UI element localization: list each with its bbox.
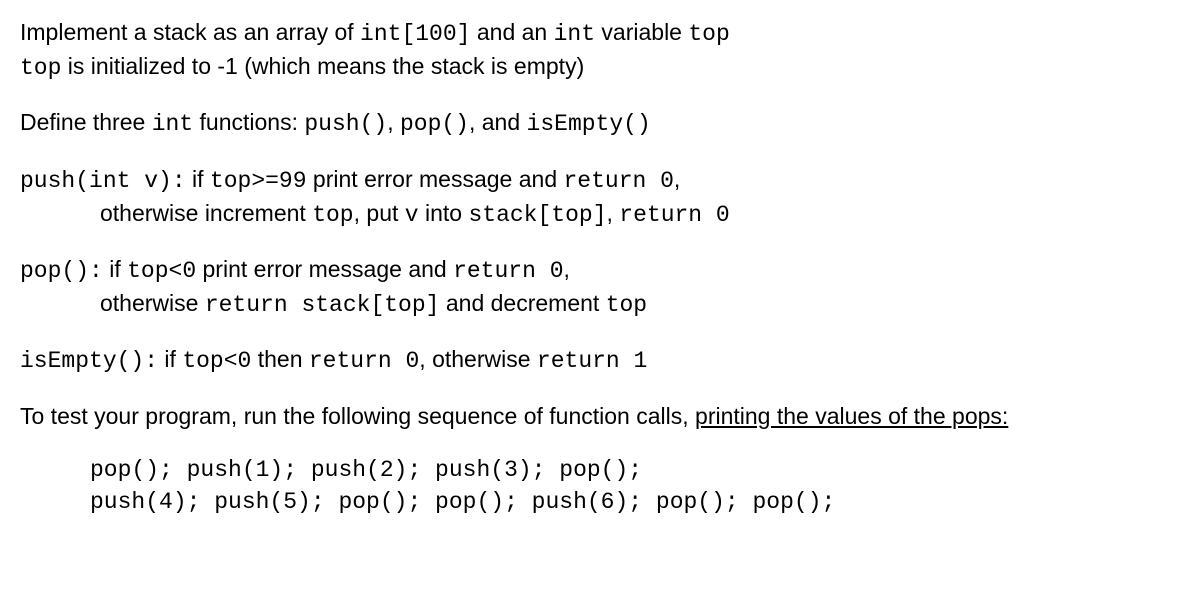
text: if (103, 256, 127, 282)
code-int: int (152, 111, 193, 137)
text: otherwise increment (100, 200, 312, 226)
code-return1: return 1 (537, 348, 647, 374)
code-push: push() (304, 111, 387, 137)
line-1: pop(): if top<0 print error message and … (20, 253, 1180, 287)
code-cond: top<0 (182, 348, 251, 374)
code-pop-sig: pop(): (20, 258, 103, 284)
paragraph-2: Define three int functions: push(), pop(… (20, 106, 1180, 140)
text: functions: (193, 109, 304, 135)
code-line-2: push(4); push(5); pop(); pop(); push(6);… (90, 486, 1180, 518)
text: , otherwise (419, 346, 537, 372)
paragraph-5: isEmpty(): if top<0 then return 0, other… (20, 343, 1180, 377)
line-1: push(int v): if top>=99 print error mess… (20, 163, 1180, 197)
text: Define three (20, 109, 152, 135)
code-return: return 0 (619, 202, 729, 228)
code-push-sig: push(int v): (20, 168, 186, 194)
text: variable (595, 19, 688, 45)
text: into (419, 200, 469, 226)
text: then (251, 346, 309, 372)
line-2: otherwise return stack[top] and decremen… (20, 287, 1180, 321)
code-top: top (606, 292, 647, 318)
text: print error message and (196, 256, 453, 282)
text: , put (354, 200, 405, 226)
code-cond: top>=99 (210, 168, 307, 194)
code-pop: pop() (400, 111, 469, 137)
paragraph-1: Implement a stack as an array of int[100… (20, 16, 1180, 84)
text: , (387, 109, 400, 135)
code-stacktop: stack[top] (468, 202, 606, 228)
text: , (564, 256, 570, 282)
code-return: return 0 (564, 168, 674, 194)
line-1: Implement a stack as an array of int[100… (20, 16, 1180, 50)
underlined-text: printing the values of the pops: (695, 403, 1008, 429)
paragraph-4: pop(): if top<0 print error message and … (20, 253, 1180, 321)
code-isempty-sig: isEmpty(): (20, 348, 158, 374)
paragraph-3: push(int v): if top>=99 print error mess… (20, 163, 1180, 231)
text: and decrement (439, 290, 605, 316)
text: and an (470, 19, 553, 45)
line-2: top is initialized to -1 (which means th… (20, 50, 1180, 84)
text: , (674, 166, 680, 192)
code-isempty: isEmpty() (527, 111, 651, 137)
code-int: int (554, 21, 595, 47)
code-top: top (312, 202, 353, 228)
text: if (186, 166, 210, 192)
code-top: top (688, 21, 729, 47)
code-return: return 0 (453, 258, 563, 284)
text: , (607, 200, 620, 226)
text: is initialized to -1 (which means the st… (61, 53, 584, 79)
text: , and (469, 109, 527, 135)
line-2: otherwise increment top, put v into stac… (20, 197, 1180, 231)
code-return-stack: return stack[top] (205, 292, 440, 318)
code-cond: top<0 (127, 258, 196, 284)
code-v: v (405, 202, 419, 228)
code-top: top (20, 55, 61, 81)
text: Implement a stack as an array of (20, 19, 360, 45)
paragraph-6: To test your program, run the following … (20, 400, 1180, 432)
code-return0: return 0 (309, 348, 419, 374)
text: otherwise (100, 290, 205, 316)
code-block: pop(); push(1); push(2); push(3); pop();… (20, 454, 1180, 518)
text: To test your program, run the following … (20, 403, 695, 429)
code-line-1: pop(); push(1); push(2); push(3); pop(); (90, 454, 1180, 486)
text: if (158, 346, 182, 372)
code-int-array: int[100] (360, 21, 470, 47)
text: print error message and (307, 166, 564, 192)
